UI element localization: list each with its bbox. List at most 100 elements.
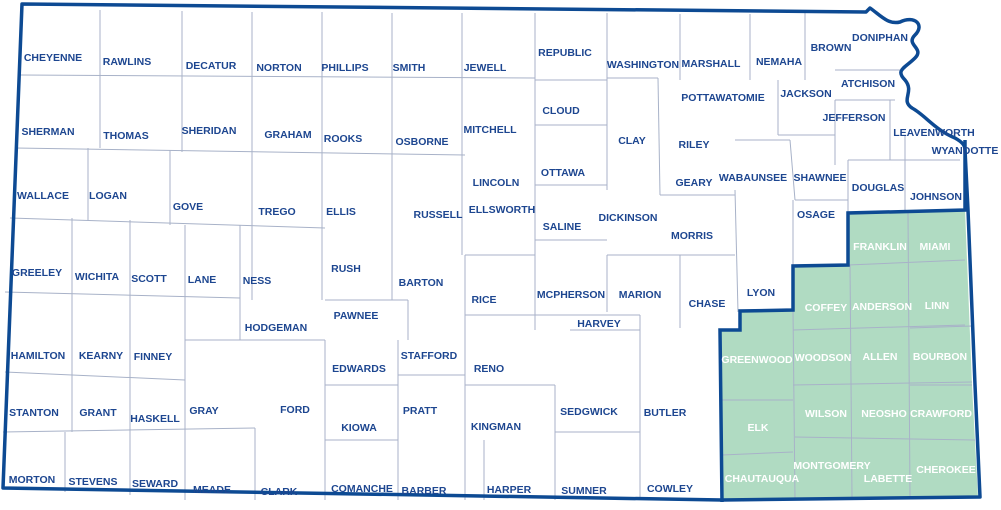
county-label-pratt[interactable]: PRATT — [403, 405, 438, 417]
county-label-rush[interactable]: RUSH — [331, 263, 361, 275]
county-label-finney[interactable]: FINNEY — [134, 351, 173, 363]
county-label-ness[interactable]: NESS — [243, 275, 272, 287]
county-label-barber[interactable]: BARBER — [402, 485, 447, 497]
county-label-chase[interactable]: CHASE — [689, 298, 726, 310]
county-label-riley[interactable]: RILEY — [679, 139, 710, 151]
county-label-wallace[interactable]: WALLACE — [17, 190, 69, 202]
county-label-leavenworth[interactable]: LEAVENWORTH — [893, 127, 974, 139]
county-label-brown[interactable]: BROWN — [811, 42, 852, 54]
county-label-russell[interactable]: RUSSELL — [413, 209, 463, 221]
county-label-morris[interactable]: MORRIS — [671, 230, 713, 242]
county-label-wilson[interactable]: WILSON — [805, 408, 847, 420]
county-label-jefferson[interactable]: JEFFERSON — [822, 112, 885, 124]
county-label-phillips[interactable]: PHILLIPS — [321, 62, 368, 74]
county-label-washington[interactable]: WASHINGTON — [607, 59, 679, 71]
county-label-hamilton[interactable]: HAMILTON — [11, 350, 65, 362]
county-label-doniphan[interactable]: DONIPHAN — [852, 32, 908, 44]
county-label-clay[interactable]: CLAY — [618, 135, 646, 147]
county-label-ellsworth[interactable]: ELLSWORTH — [469, 204, 536, 216]
county-label-lincoln[interactable]: LINCOLN — [473, 177, 520, 189]
county-label-greenwood[interactable]: GREENWOOD — [721, 354, 793, 366]
county-label-norton[interactable]: NORTON — [256, 62, 301, 74]
county-label-dickinson[interactable]: DICKINSON — [599, 212, 658, 224]
county-label-thomas[interactable]: THOMAS — [103, 130, 149, 142]
county-label-grant[interactable]: GRANT — [79, 407, 117, 419]
county-label-trego[interactable]: TREGO — [258, 206, 295, 218]
county-label-marion[interactable]: MARION — [619, 289, 662, 301]
county-label-sheridan[interactable]: SHERIDAN — [182, 125, 237, 137]
county-label-barton[interactable]: BARTON — [399, 277, 444, 289]
county-label-butler[interactable]: BUTLER — [644, 407, 687, 419]
county-label-ellis[interactable]: ELLIS — [326, 206, 356, 218]
county-label-comanche[interactable]: COMANCHE — [331, 483, 393, 495]
county-label-greeley[interactable]: GREELEY — [12, 267, 62, 279]
county-label-harvey[interactable]: HARVEY — [577, 318, 621, 330]
county-label-mitchell[interactable]: MITCHELL — [463, 124, 517, 136]
county-label-bourbon[interactable]: BOURBON — [913, 351, 967, 363]
county-label-logan[interactable]: LOGAN — [89, 190, 127, 202]
county-label-scott[interactable]: SCOTT — [131, 273, 167, 285]
county-label-sherman[interactable]: SHERMAN — [21, 126, 74, 138]
county-label-crawford[interactable]: CRAWFORD — [910, 408, 972, 420]
county-label-decatur[interactable]: DECATUR — [186, 60, 237, 72]
county-label-jewell[interactable]: JEWELL — [464, 62, 507, 74]
county-label-lyon[interactable]: LYON — [747, 287, 775, 299]
county-label-montgomery[interactable]: MONTGOMERY — [793, 460, 870, 472]
county-label-ottawa[interactable]: OTTAWA — [541, 167, 586, 179]
county-label-kearny[interactable]: KEARNY — [79, 350, 123, 362]
county-label-stanton[interactable]: STANTON — [9, 407, 59, 419]
county-label-rawlins[interactable]: RAWLINS — [103, 56, 151, 68]
county-label-chautauqua[interactable]: CHAUTAUQUA — [725, 473, 800, 485]
county-label-wichita[interactable]: WICHITA — [75, 271, 120, 283]
county-label-osage[interactable]: OSAGE — [797, 209, 835, 221]
county-label-coffey[interactable]: COFFEY — [805, 302, 848, 314]
county-label-smith[interactable]: SMITH — [393, 62, 426, 74]
county-label-haskell[interactable]: HASKELL — [130, 413, 180, 425]
county-label-allen[interactable]: ALLEN — [863, 351, 898, 363]
county-label-republic[interactable]: REPUBLIC — [538, 47, 592, 59]
county-label-kiowa[interactable]: KIOWA — [341, 422, 377, 434]
county-label-hodgeman[interactable]: HODGEMAN — [245, 322, 307, 334]
county-label-pottawatomie[interactable]: POTTAWATOMIE — [681, 92, 764, 104]
county-label-seward[interactable]: SEWARD — [132, 478, 179, 490]
county-label-linn[interactable]: LINN — [925, 300, 950, 312]
county-label-cheyenne[interactable]: CHEYENNE — [24, 52, 82, 64]
county-label-rooks[interactable]: ROOKS — [324, 133, 363, 145]
county-label-woodson[interactable]: WOODSON — [795, 352, 852, 364]
county-label-geary[interactable]: GEARY — [676, 177, 713, 189]
county-label-morton[interactable]: MORTON — [9, 474, 55, 486]
county-label-sumner[interactable]: SUMNER — [561, 485, 607, 497]
county-label-neosho[interactable]: NEOSHO — [861, 408, 907, 420]
county-label-atchison[interactable]: ATCHISON — [841, 78, 895, 90]
county-label-meade[interactable]: MEADE — [193, 484, 231, 496]
county-label-wabaunsee[interactable]: WABAUNSEE — [719, 172, 787, 184]
county-label-clark[interactable]: CLARK — [261, 486, 298, 498]
county-label-johnson[interactable]: JOHNSON — [910, 191, 962, 203]
county-label-harper[interactable]: HARPER — [487, 484, 532, 496]
county-label-franklin[interactable]: FRANKLIN — [853, 241, 907, 253]
county-label-pawnee[interactable]: PAWNEE — [334, 310, 379, 322]
county-label-lane[interactable]: LANE — [188, 274, 217, 286]
county-label-saline[interactable]: SALINE — [543, 221, 582, 233]
county-label-gray[interactable]: GRAY — [189, 405, 218, 417]
county-label-wyandotte[interactable]: WYANDOTTE — [932, 145, 999, 157]
county-label-douglas[interactable]: DOUGLAS — [852, 182, 905, 194]
county-label-jackson[interactable]: JACKSON — [780, 88, 831, 100]
county-label-cloud[interactable]: CLOUD — [542, 105, 580, 117]
county-label-stevens[interactable]: STEVENS — [68, 476, 117, 488]
county-label-nemaha[interactable]: NEMAHA — [756, 56, 802, 68]
county-label-graham[interactable]: GRAHAM — [264, 129, 311, 141]
county-label-miami[interactable]: MIAMI — [920, 241, 951, 253]
county-label-gove[interactable]: GOVE — [173, 201, 203, 213]
county-label-cherokee[interactable]: CHEROKEE — [916, 464, 976, 476]
county-label-cowley[interactable]: COWLEY — [647, 483, 693, 495]
county-label-shawnee[interactable]: SHAWNEE — [793, 172, 846, 184]
county-label-edwards[interactable]: EDWARDS — [332, 363, 386, 375]
county-label-reno[interactable]: RENO — [474, 363, 504, 375]
county-label-osborne[interactable]: OSBORNE — [395, 136, 448, 148]
county-label-rice[interactable]: RICE — [471, 294, 496, 306]
county-label-elk[interactable]: ELK — [748, 422, 769, 434]
county-label-sedgwick[interactable]: SEDGWICK — [560, 406, 618, 418]
county-label-anderson[interactable]: ANDERSON — [852, 301, 912, 313]
county-label-stafford[interactable]: STAFFORD — [401, 350, 458, 362]
